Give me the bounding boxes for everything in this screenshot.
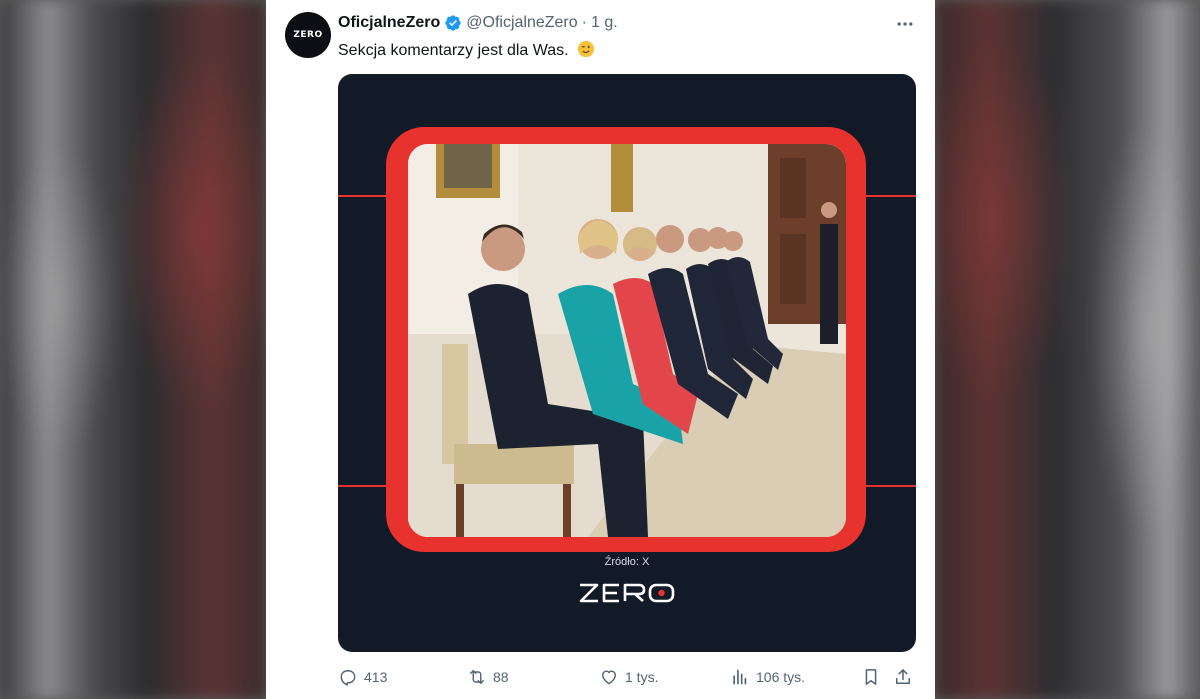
repost-icon [470, 670, 484, 684]
share-icon [896, 669, 910, 684]
repost-count: 88 [493, 669, 509, 685]
tweet-card: ZERO OficjalneZero @OficjalneZero · 1 g.… [266, 0, 935, 699]
user-handle[interactable]: @OficjalneZero [466, 14, 577, 32]
avatar[interactable]: ZERO [285, 12, 331, 58]
repost-button[interactable]: 88 [467, 664, 509, 690]
avatar-logo-text: ZERO [293, 30, 323, 40]
views-icon [733, 669, 747, 685]
action-bar: 413 88 1 tys. 106 tys. [338, 664, 918, 690]
views-button[interactable]: 106 tys. [730, 664, 805, 690]
like-count: 1 tys. [625, 669, 659, 685]
bookmark-icon [865, 669, 877, 685]
blurred-background-right [935, 0, 1200, 699]
photo [408, 144, 846, 537]
tweet-body: Sekcja komentarzy jest dla Was. [338, 42, 569, 59]
media-image[interactable]: Źródło: X [338, 74, 916, 652]
like-icon [602, 670, 616, 685]
zero-logo-mark [579, 583, 675, 603]
reply-count: 413 [364, 669, 388, 685]
more-dots-icon[interactable] [893, 14, 917, 34]
reply-icon [340, 670, 356, 686]
tweet-text: Sekcja komentarzy jest dla Was. [338, 40, 595, 60]
photo-illustration [408, 144, 846, 537]
display-name[interactable]: OficjalneZero [338, 14, 440, 32]
share-button[interactable] [893, 664, 919, 690]
image-caption: Źródło: X [604, 556, 650, 568]
reply-button[interactable]: 413 [338, 664, 387, 690]
winking-face-emoji [577, 40, 595, 58]
views-count: 106 tys. [756, 669, 806, 685]
separator-dot: · [581, 14, 587, 31]
verified-badge-icon [444, 14, 462, 32]
timestamp[interactable]: 1 g. [591, 14, 618, 32]
zero-logo [338, 582, 916, 604]
like-button[interactable]: 1 tys. [599, 664, 658, 690]
bookmark-button[interactable] [861, 664, 887, 690]
blurred-background-left [0, 0, 266, 699]
tweet-header: OficjalneZero @OficjalneZero · 1 g. [338, 14, 618, 32]
